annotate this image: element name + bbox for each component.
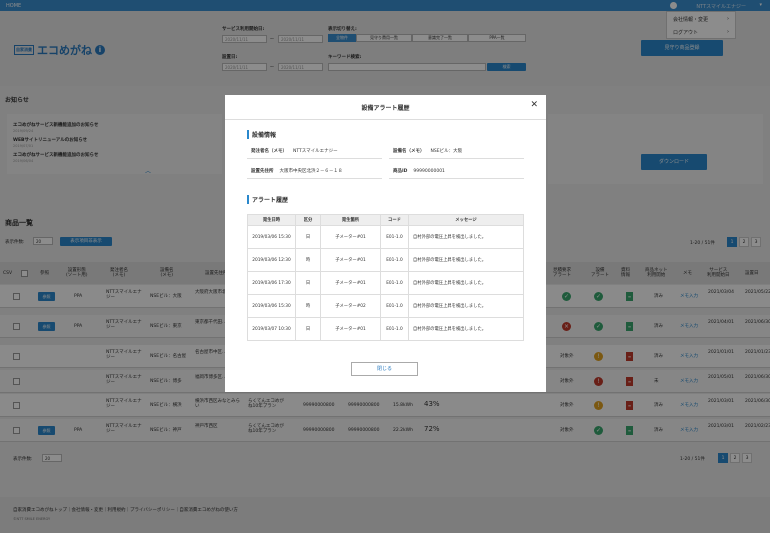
address-row: 設置先住所 大阪市中央区北浜２－６－１８ [251,169,343,174]
alert-datetime: 2019/03/06 15:30 [247,294,296,318]
alert-row: 2019/03/06 15:30 時子メーター#02 E01-1.0 自村外部の電圧上… [247,294,524,318]
alert-code: E01-1.0 [380,317,409,341]
alert-history-heading: アラート履歴 [247,195,288,204]
alert-row: 2019/03/06 12:30 時子メーター#01 E01-1.0 自村外部の電圧上… [247,248,524,272]
alert-kind: 日 [295,225,321,249]
col-datetime: 発生日時 [247,214,296,226]
alert-location: 子メーター#02 [320,294,381,318]
alert-location: 子メーター#01 [320,225,381,249]
alert-datetime: 2019/03/06 15:30 [247,225,296,249]
alert-location: 子メーター#01 [320,271,381,295]
alert-row: 2019/03/07 10:30 日子メーター#01 E01-1.0 自村外部の電圧上… [247,317,524,341]
close-button[interactable]: 閉じる [351,362,418,376]
modal-title: 設備アラート履歴 [361,105,410,112]
col-message: メッセージ [408,214,524,226]
alert-message: 自村外部の電圧上昇を検出しました。 [408,294,524,318]
alert-code: E01-1.0 [380,248,409,272]
alert-message: 自村外部の電圧上昇を検出しました。 [408,317,524,341]
alert-row: 2019/03/06 17:30 日子メーター#01 E01-1.0 自村外部の電圧上… [247,271,524,295]
alert-code: E01-1.0 [380,294,409,318]
alert-history-modal: 設備アラート履歴 ✕ 設備情報 発注者名（メモ） NTTスマイルエナジー 設備名（… [225,95,546,392]
equip-info-heading: 設備情報 [247,130,276,139]
col-location: 発生箇所 [320,214,381,226]
alert-kind: 時 [295,294,321,318]
alert-message: 自村外部の電圧上昇を検出しました。 [408,225,524,249]
alert-message: 自村外部の電圧上昇を検出しました。 [408,271,524,295]
alert-code: E01-1.0 [380,271,409,295]
alert-message: 自村外部の電圧上昇を検出しました。 [408,248,524,272]
alert-location: 子メーター#01 [320,248,381,272]
alert-datetime: 2019/03/06 12:30 [247,248,296,272]
alert-kind: 時 [295,248,321,272]
alert-row: 2019/03/06 15:30 日子メーター#01 E01-1.0 自村外部の電圧上… [247,225,524,249]
col-kind: 区分 [295,214,321,226]
alert-location: 子メーター#01 [320,317,381,341]
alert-datetime: 2019/03/07 10:30 [247,317,296,341]
col-code: コード [380,214,409,226]
alert-code: E01-1.0 [380,225,409,249]
owner-row: 発注者名（メモ） NTTスマイルエナジー [251,149,338,154]
product-id-row: 商品ID 99990000001 [393,169,445,174]
alert-table: 発生日時 区分 発生箇所 コード メッセージ 2019/03/06 15:30 日… [247,214,524,341]
equip-row: 設備名（メモ） NSEビル：大阪 [393,149,463,154]
close-icon[interactable]: ✕ [530,100,538,110]
alert-kind: 日 [295,317,321,341]
alert-datetime: 2019/03/06 17:30 [247,271,296,295]
alert-kind: 日 [295,271,321,295]
